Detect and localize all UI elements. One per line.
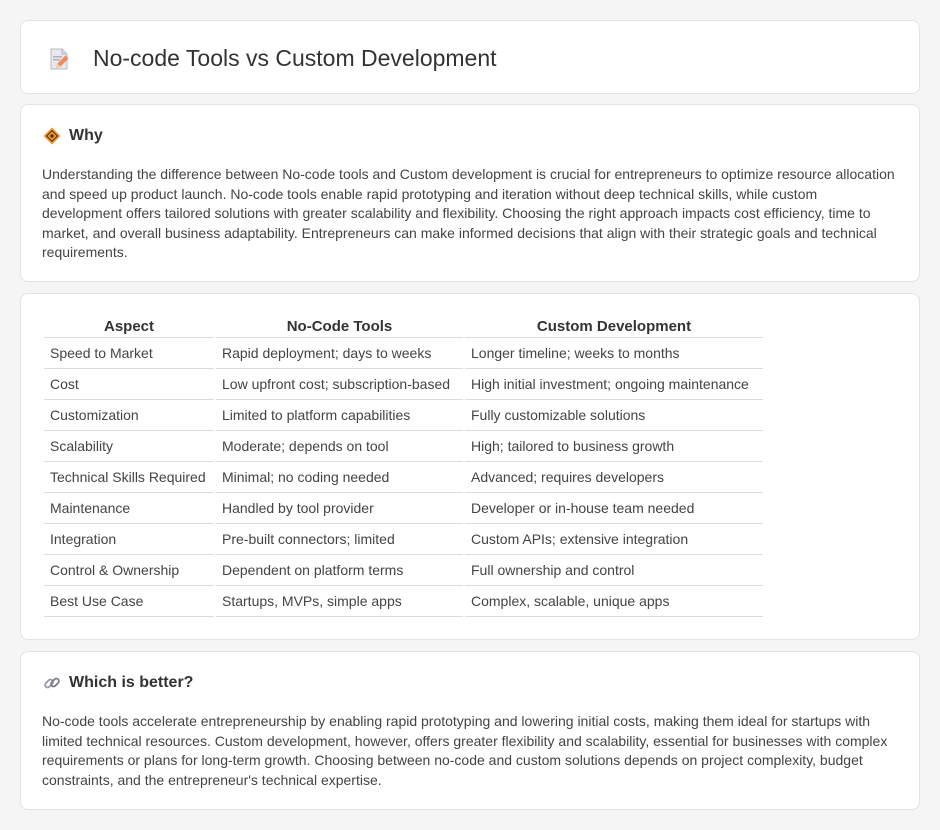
link-icon bbox=[43, 674, 61, 692]
row-no-code: Startups, MVPs, simple apps bbox=[216, 586, 463, 617]
table-row: Best Use Case Startups, MVPs, simple app… bbox=[44, 586, 763, 617]
table-row: Scalability Moderate; depends on tool Hi… bbox=[44, 431, 763, 462]
row-no-code: Limited to platform capabilities bbox=[216, 400, 463, 431]
title-card: No-code Tools vs Custom Development bbox=[20, 20, 920, 94]
table-row: Technical Skills Required Minimal; no co… bbox=[44, 462, 763, 493]
row-custom: High initial investment; ongoing mainten… bbox=[465, 369, 763, 400]
row-aspect: Technical Skills Required bbox=[44, 462, 214, 493]
row-custom: Developer or in-house team needed bbox=[465, 493, 763, 524]
row-custom: Custom APIs; extensive integration bbox=[465, 524, 763, 555]
row-aspect: Cost bbox=[44, 369, 214, 400]
row-aspect: Scalability bbox=[44, 431, 214, 462]
row-aspect: Control & Ownership bbox=[44, 555, 214, 586]
table-row: Customization Limited to platform capabi… bbox=[44, 400, 763, 431]
table-row: Cost Low upfront cost; subscription-base… bbox=[44, 369, 763, 400]
row-aspect: Integration bbox=[44, 524, 214, 555]
table-row: Control & Ownership Dependent on platfor… bbox=[44, 555, 763, 586]
table-row: Speed to Market Rapid deployment; days t… bbox=[44, 338, 763, 369]
row-no-code: Rapid deployment; days to weeks bbox=[216, 338, 463, 369]
table-header-row: Aspect No-Code Tools Custom Development bbox=[44, 316, 763, 338]
header-custom-development: Custom Development bbox=[465, 316, 763, 338]
row-custom: Longer timeline; weeks to months bbox=[465, 338, 763, 369]
better-heading-row: Which is better? bbox=[43, 674, 193, 692]
diamond-sign-icon bbox=[43, 127, 61, 145]
row-no-code: Handled by tool provider bbox=[216, 493, 463, 524]
why-heading-row: Why bbox=[43, 127, 103, 145]
row-custom: High; tailored to business growth bbox=[465, 431, 763, 462]
which-is-better-card: Which is better? No-code tools accelerat… bbox=[20, 651, 920, 810]
document-pencil-icon bbox=[47, 47, 71, 71]
row-aspect: Speed to Market bbox=[44, 338, 214, 369]
header-no-code-tools: No-Code Tools bbox=[216, 316, 463, 338]
row-custom: Fully customizable solutions bbox=[465, 400, 763, 431]
better-text: No-code tools accelerate entrepreneurshi… bbox=[42, 713, 888, 788]
row-aspect: Customization bbox=[44, 400, 214, 431]
row-no-code: Pre-built connectors; limited bbox=[216, 524, 463, 555]
table-row: Integration Pre-built connectors; limite… bbox=[44, 524, 763, 555]
comparison-card: Aspect No-Code Tools Custom Development … bbox=[20, 293, 920, 640]
row-custom: Full ownership and control bbox=[465, 555, 763, 586]
why-text: Understanding the difference between No-… bbox=[42, 166, 895, 261]
row-custom: Complex, scalable, unique apps bbox=[465, 586, 763, 617]
comparison-table: Aspect No-Code Tools Custom Development … bbox=[42, 316, 765, 617]
better-heading: Which is better? bbox=[69, 674, 194, 691]
row-custom: Advanced; requires developers bbox=[465, 462, 763, 493]
table-row: Maintenance Handled by tool provider Dev… bbox=[44, 493, 763, 524]
row-no-code: Moderate; depends on tool bbox=[216, 431, 463, 462]
page-title: No-code Tools vs Custom Development bbox=[93, 45, 497, 71]
why-card: Why Understanding the difference between… bbox=[20, 104, 920, 282]
row-aspect: Best Use Case bbox=[44, 586, 214, 617]
row-no-code: Low upfront cost; subscription-based bbox=[216, 369, 463, 400]
why-heading: Why bbox=[69, 127, 103, 144]
header-aspect: Aspect bbox=[44, 316, 214, 338]
row-no-code: Dependent on platform terms bbox=[216, 555, 463, 586]
row-no-code: Minimal; no coding needed bbox=[216, 462, 463, 493]
row-aspect: Maintenance bbox=[44, 493, 214, 524]
title-row: No-code Tools vs Custom Development bbox=[47, 45, 497, 72]
